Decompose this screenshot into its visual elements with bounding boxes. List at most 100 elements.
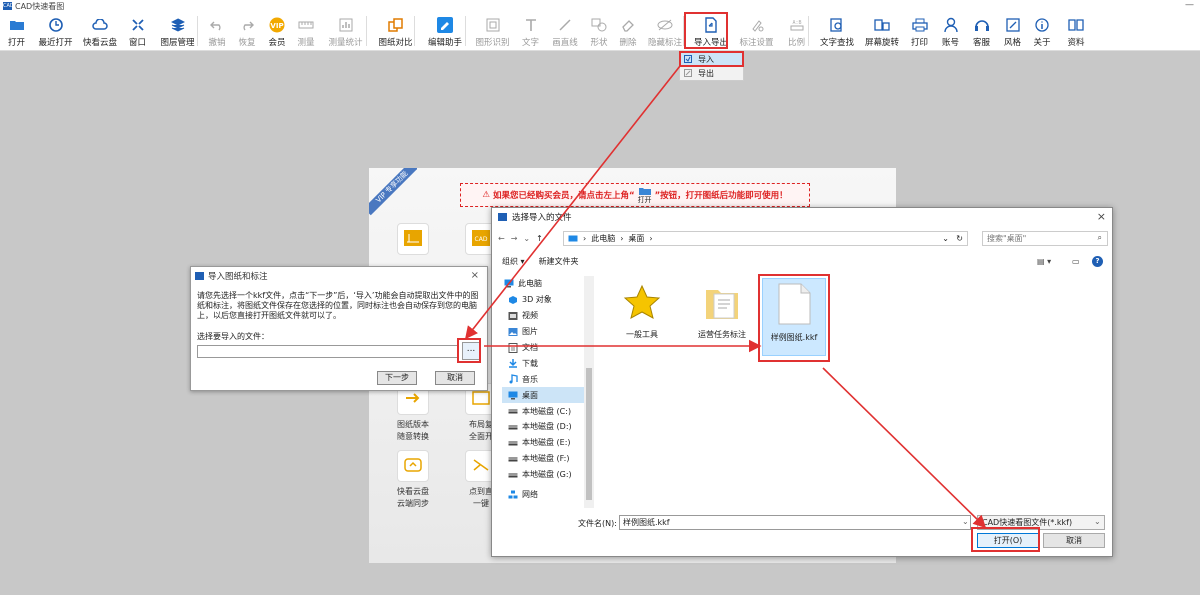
- search-input[interactable]: 搜索"桌面": [982, 231, 1108, 246]
- edit-assist-icon: [436, 15, 454, 35]
- info-icon: [1033, 15, 1051, 35]
- toolbar-erase-button[interactable]: 删除: [614, 12, 642, 51]
- picture-icon: [508, 327, 518, 337]
- toolbar-assist-button[interactable]: 编辑助手: [420, 12, 470, 51]
- tree-item[interactable]: 视频: [502, 308, 593, 324]
- preview-pane-icon[interactable]: ▭: [1072, 257, 1080, 266]
- tree-item[interactable]: 此电脑: [502, 276, 593, 292]
- cloud-sync-icon: [403, 457, 423, 476]
- folder-doc-icon: [702, 282, 742, 325]
- file-dialog-close-button[interactable]: ×: [1097, 210, 1106, 223]
- import-dialog-close-button[interactable]: ×: [471, 270, 479, 281]
- shape-icon: [590, 15, 608, 35]
- toolbar-vip-button[interactable]: VIP 会员: [262, 12, 292, 51]
- toolbar-label: 标注设置: [739, 38, 774, 48]
- toolbar-label: 风格: [1003, 38, 1021, 48]
- next-button[interactable]: 下一步: [377, 371, 417, 385]
- toolbar-account-button[interactable]: 账号: [935, 12, 966, 51]
- breadcrumb-desktop[interactable]: 桌面: [628, 233, 644, 244]
- toolbar-label: 打印: [910, 38, 928, 48]
- tree-item[interactable]: 本地磁盘 (D:): [502, 419, 593, 435]
- toolbar-line-button[interactable]: 画直线: [546, 12, 584, 51]
- tree-item[interactable]: 本地磁盘 (C:): [502, 403, 593, 419]
- toolbar-open-button[interactable]: 打开: [0, 12, 33, 51]
- vip-icon: VIP: [268, 15, 286, 35]
- headset-icon: [973, 15, 991, 35]
- tree-item[interactable]: 音乐: [502, 371, 593, 387]
- tree-item[interactable]: 本地磁盘 (E:): [502, 435, 593, 451]
- file-item[interactable]: 运营任务标注: [690, 278, 754, 356]
- organize-button[interactable]: 组织 ▾: [502, 256, 525, 267]
- promo-tile-label: 图纸版本 随意转换: [397, 420, 429, 441]
- tree-scrollbar[interactable]: [584, 276, 594, 508]
- history-chevron-icon[interactable]: ⌄: [523, 234, 530, 243]
- address-bar[interactable]: › 此电脑 › 桌面 › ⌄ ↻: [563, 231, 968, 246]
- toolbar-about-button[interactable]: 关于: [1028, 12, 1056, 51]
- tree-scrollbar-thumb[interactable]: [586, 368, 592, 500]
- toolbar-layers-button[interactable]: 图层管理: [153, 12, 202, 51]
- tree-item[interactable]: 文档: [502, 340, 593, 356]
- toolbar-recent-button[interactable]: 最近打开: [33, 12, 78, 51]
- filename-dropdown-icon[interactable]: ⌄: [962, 517, 969, 526]
- toolbar-print-button[interactable]: 打印: [904, 12, 935, 51]
- address-separator-icon: ›: [620, 234, 624, 243]
- menu-item-export[interactable]: 导出: [680, 66, 743, 80]
- import-file-input[interactable]: [197, 345, 459, 358]
- toolbar-label: 图层管理: [160, 38, 195, 48]
- toolbar-find-button[interactable]: 文字查找: [814, 12, 860, 51]
- vip-notice: ⚠ 如果您已经购买会员，请点击左上角“ 打开 ”按钮，打开图纸后功能即可使用！: [460, 183, 810, 207]
- new-folder-button[interactable]: 新建文件夹: [539, 256, 579, 267]
- file-item-label: 一般工具: [626, 330, 658, 339]
- toolbar-stats-button[interactable]: 测量统计: [320, 12, 371, 51]
- toolbar-redo-button[interactable]: 恢复: [232, 12, 262, 51]
- tree-item[interactable]: 图片: [502, 324, 593, 340]
- point-line-icon: [471, 457, 491, 476]
- svg-text:A:B: A:B: [792, 20, 801, 26]
- style-icon: [1004, 15, 1022, 35]
- import-cancel-button[interactable]: 取消: [435, 371, 475, 385]
- back-icon[interactable]: ←: [498, 234, 505, 243]
- file-list: 一般工具 运营任务标注 样例图纸.kkf: [602, 274, 1107, 509]
- toolbar-undo-button[interactable]: 撤销: [202, 12, 232, 51]
- toolbar-resources-button[interactable]: 资料: [1056, 12, 1096, 51]
- vip-ribbon-text: VIP 专享功能: [369, 168, 417, 216]
- up-icon[interactable]: ↑: [536, 234, 543, 243]
- toolbar-text-button[interactable]: 文字: [515, 12, 546, 51]
- file-cancel-button[interactable]: 取消: [1043, 533, 1105, 548]
- toolbar-rotate-button[interactable]: 屏幕旋转: [860, 12, 904, 51]
- address-separator-icon: ›: [583, 234, 587, 243]
- toolbar-compare-button[interactable]: 图纸对比: [371, 12, 420, 51]
- forward-icon[interactable]: →: [511, 234, 518, 243]
- toolbar-separator: [197, 16, 198, 46]
- address-separator-icon: ›: [649, 234, 653, 243]
- toolbar-window-button[interactable]: 窗口: [122, 12, 153, 51]
- address-dropdown-icon[interactable]: ⌄: [942, 234, 949, 243]
- breadcrumb-pc[interactable]: 此电脑: [591, 233, 615, 244]
- toolbar-style-button[interactable]: 风格: [997, 12, 1028, 51]
- import-dialog-message: 请您先选择一个kkf文件，点击“下一步”后，‘导入’功能会自动提取出文件中的图纸…: [197, 291, 479, 320]
- toolbar-hide-button[interactable]: 隐藏标注: [642, 12, 688, 51]
- help-icon[interactable]: ?: [1092, 255, 1103, 267]
- tree-item[interactable]: 本地磁盘 (G:): [502, 467, 593, 483]
- annotation-settings-icon: [748, 15, 766, 35]
- toolbar-measure-button[interactable]: 测量: [292, 12, 320, 51]
- filename-input[interactable]: 样例图纸.kkf: [619, 515, 971, 530]
- toolbar-service-button[interactable]: 客服: [966, 12, 997, 51]
- toolbar-recognize-button[interactable]: 图形识别: [470, 12, 515, 51]
- undo-icon: [208, 15, 226, 35]
- refresh-icon[interactable]: ↻: [956, 234, 963, 243]
- export-icon: [684, 69, 692, 77]
- tree-item[interactable]: 3D 对象: [502, 292, 593, 308]
- tree-item[interactable]: 网络: [502, 487, 593, 503]
- view-options-icon[interactable]: ▤ ▾: [1037, 257, 1051, 266]
- toolbar-shape-button[interactable]: 形状: [584, 12, 614, 51]
- tree-item[interactable]: 本地磁盘 (F:): [502, 451, 593, 467]
- tree-item[interactable]: 下载: [502, 355, 593, 371]
- tree-item[interactable]: 桌面: [502, 387, 593, 404]
- toolbar-cloud-button[interactable]: 快看云盘: [78, 12, 122, 51]
- toolbar-label: 资料: [1067, 38, 1085, 48]
- file-item[interactable]: 一般工具: [610, 278, 674, 356]
- tree-item-label: 下载: [522, 358, 538, 368]
- toolbar-annset-button[interactable]: 标注设置: [734, 12, 779, 51]
- minimize-button[interactable]: —: [1185, 0, 1194, 10]
